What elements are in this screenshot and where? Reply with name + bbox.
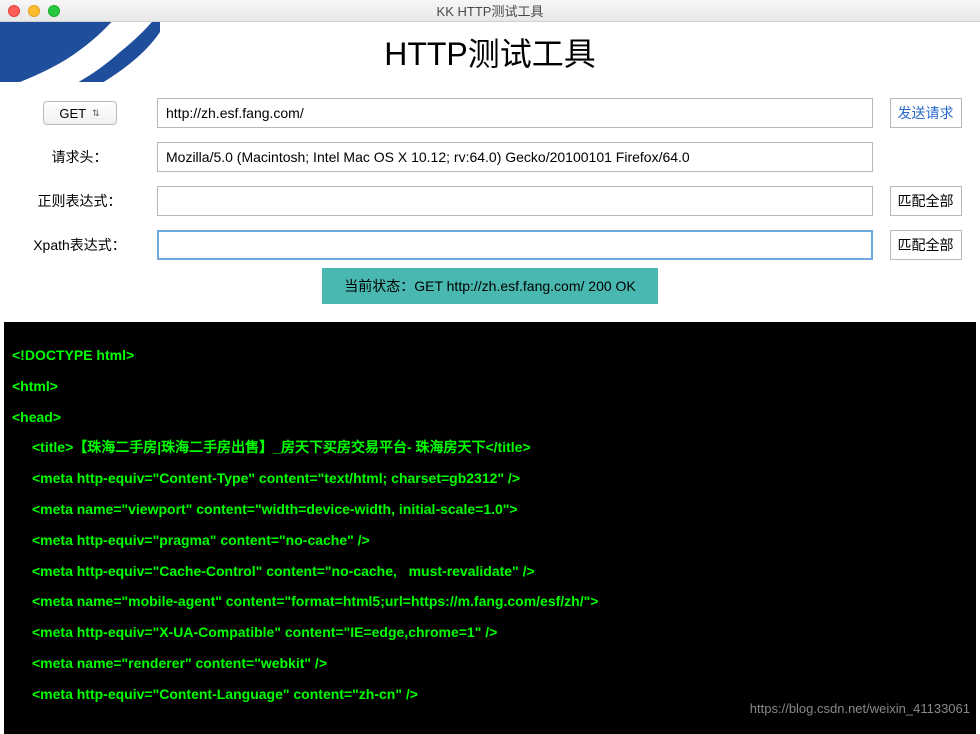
chevron-updown-icon: ⇅ <box>92 109 100 118</box>
controls-panel: GET ⇅ 发送请求 请求头： 正则表达式： 匹配全部 Xpath表达式： <box>0 82 980 322</box>
window-title: KK HTTP测试工具 <box>8 1 972 20</box>
code-line: <title>【珠海二手房|珠海二手房出售】_房天下买房交易平台- 珠海房天下<… <box>12 432 968 463</box>
titlebar: KK HTTP测试工具 <box>0 0 980 22</box>
method-value: GET <box>59 106 86 121</box>
minimize-icon[interactable] <box>28 5 40 17</box>
regex-label: 正则表达式： <box>12 191 147 211</box>
code-line: <meta http-equiv="pragma" content="no-ca… <box>12 525 968 556</box>
code-line: <html> <box>12 371 968 402</box>
method-select[interactable]: GET ⇅ <box>43 101 117 125</box>
regex-row: 正则表达式： 匹配全部 <box>12 186 968 216</box>
code-line: <meta http-equiv="Content-Type" content=… <box>12 463 968 494</box>
status-bar: 当前状态：GET http://zh.esf.fang.com/ 200 OK <box>12 268 968 304</box>
xpath-row: Xpath表达式： 匹配全部 <box>12 230 968 260</box>
page-title: HTTP测试工具 <box>384 29 596 75</box>
status-badge: 当前状态：GET http://zh.esf.fang.com/ 200 OK <box>322 268 658 304</box>
close-icon[interactable] <box>8 5 20 17</box>
headers-label: 请求头： <box>12 147 147 167</box>
code-line: <meta name="renderer" content="webkit" /… <box>12 648 968 679</box>
code-line: <meta name="viewport" content="width=dev… <box>12 494 968 525</box>
code-line: <meta http-equiv="X-UA-Compatible" conte… <box>12 617 968 648</box>
headers-row: 请求头： <box>12 142 968 172</box>
code-line: <meta name="mobile-agent" content="forma… <box>12 586 968 617</box>
regex-match-button[interactable]: 匹配全部 <box>890 186 962 216</box>
watermark: https://blog.csdn.net/weixin_41133061 <box>750 701 970 716</box>
url-row: GET ⇅ 发送请求 <box>12 98 968 128</box>
window-controls <box>8 5 60 17</box>
banner-decoration-icon <box>0 22 160 82</box>
send-request-button[interactable]: 发送请求 <box>890 98 962 128</box>
code-line: <!DOCTYPE html> <box>12 340 968 371</box>
xpath-match-button[interactable]: 匹配全部 <box>890 230 962 260</box>
code-line: <meta http-equiv="Cache-Control" content… <box>12 556 968 587</box>
url-input[interactable] <box>157 98 873 128</box>
code-line: <head> <box>12 402 968 433</box>
banner: HTTP测试工具 <box>0 22 980 82</box>
response-output[interactable]: <!DOCTYPE html><html><head><title>【珠海二手房… <box>4 322 976 734</box>
xpath-input[interactable] <box>157 230 873 260</box>
regex-input[interactable] <box>157 186 873 216</box>
maximize-icon[interactable] <box>48 5 60 17</box>
xpath-label: Xpath表达式： <box>12 235 147 255</box>
headers-input[interactable] <box>157 142 873 172</box>
